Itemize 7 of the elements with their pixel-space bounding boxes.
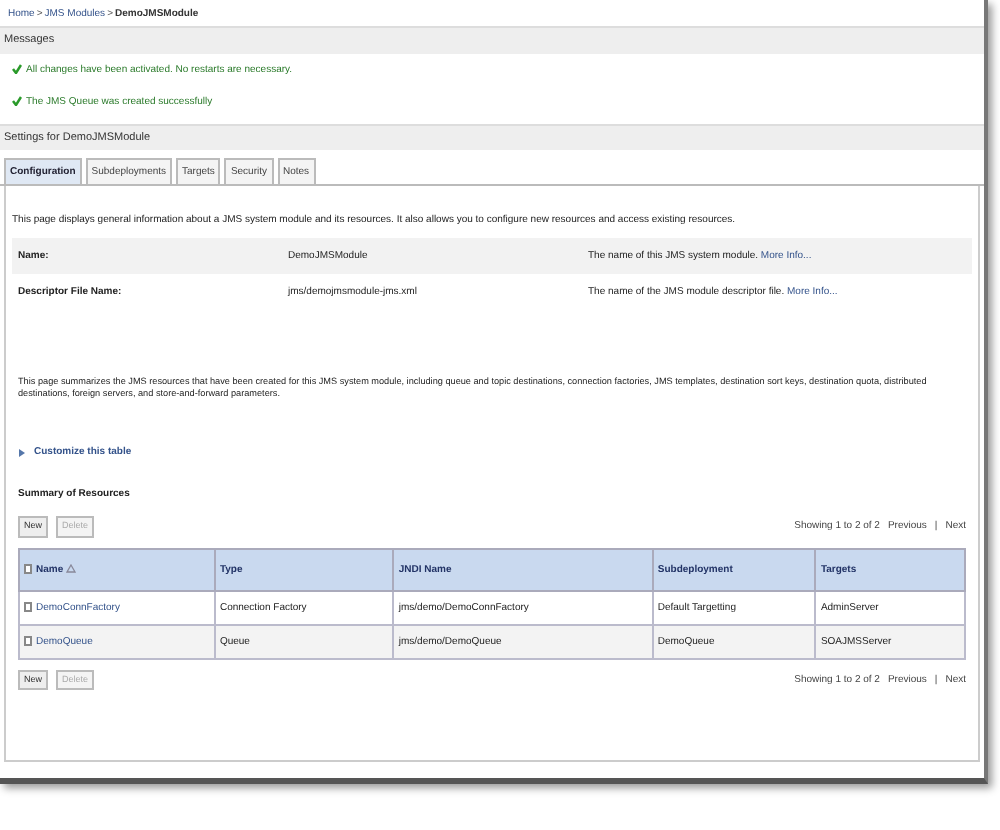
row-checkbox[interactable] bbox=[24, 601, 32, 612]
check-icon bbox=[12, 64, 22, 75]
check-icon bbox=[12, 96, 22, 107]
header-checkbox[interactable] bbox=[24, 563, 32, 574]
row-checkbox[interactable] bbox=[24, 635, 32, 646]
sort-icon[interactable] bbox=[66, 563, 77, 574]
expand-icon bbox=[18, 447, 26, 458]
